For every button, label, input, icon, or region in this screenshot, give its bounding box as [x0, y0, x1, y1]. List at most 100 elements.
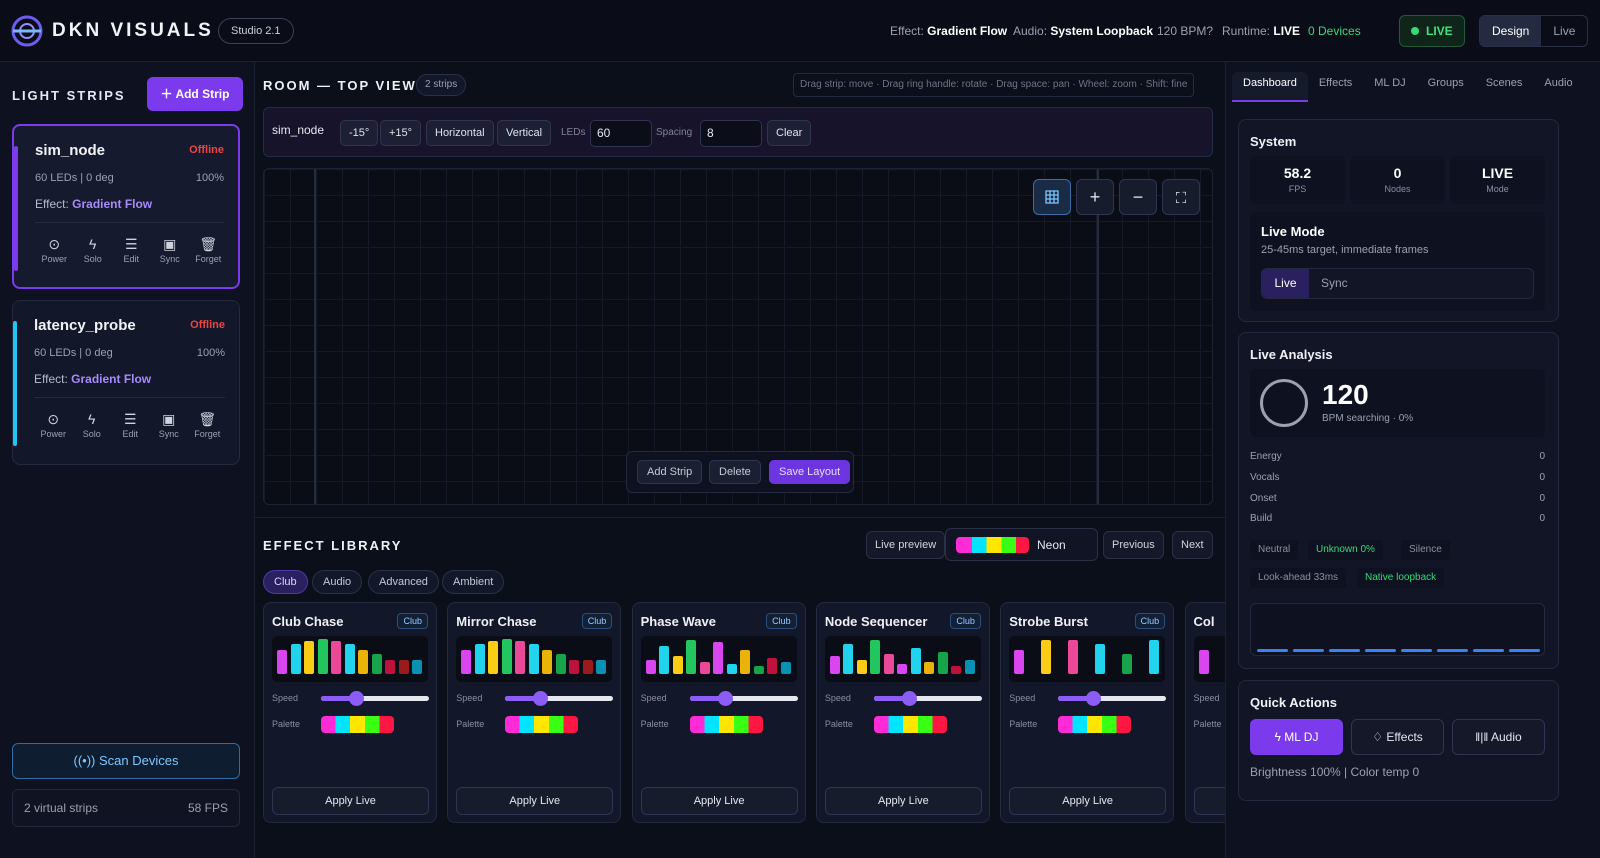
preview-bar [753, 666, 764, 674]
slider-thumb[interactable] [901, 691, 917, 706]
next-button[interactable]: Next [1172, 531, 1213, 559]
speed-slider[interactable] [505, 691, 614, 706]
metric-build: Build 0 [1250, 513, 1545, 524]
zoom-out-button[interactable]: − [1119, 179, 1157, 215]
live-preview-button[interactable]: Live preview [866, 531, 946, 559]
rotate-plus-button[interactable]: +15° [380, 120, 422, 146]
live-segment[interactable]: Live [1262, 269, 1309, 298]
mode-design-button[interactable]: Design [1480, 16, 1542, 46]
solo-button[interactable]: ϟ Solo [73, 411, 112, 439]
sync-segment[interactable]: Sync [1321, 269, 1348, 298]
audio-spectrum [1250, 603, 1545, 656]
preview-bar [1149, 640, 1160, 674]
canvas-delete-button[interactable]: Delete [709, 460, 761, 484]
sync-button[interactable]: ▣ Sync [150, 411, 189, 439]
palette-swatch[interactable] [505, 716, 579, 733]
previous-button[interactable]: Previous [1103, 531, 1164, 559]
bpm-value: 120 [1322, 379, 1369, 410]
palette-swatch[interactable] [689, 716, 763, 733]
slider-thumb[interactable] [1086, 691, 1102, 706]
palette-swatch[interactable] [321, 716, 394, 733]
fps-stat: 58.2 FPS [1250, 156, 1345, 204]
forget-button[interactable]: 🗑 Forget [189, 236, 228, 264]
sync-button[interactable]: ▣ Sync [151, 236, 190, 264]
filter-advanced[interactable]: Advanced [368, 570, 439, 594]
filter-audio[interactable]: Audio [312, 570, 363, 594]
strip-count-badge: 2 strips [416, 74, 467, 96]
grid-toggle-button[interactable] [1033, 179, 1071, 215]
strip-line-latency-probe[interactable] [1097, 169, 1099, 504]
strip-brightness: 100% [196, 347, 225, 359]
effects-button[interactable]: ♢ Effects [1351, 719, 1444, 755]
horizontal-button[interactable]: Horizontal [426, 120, 494, 146]
spacing-input[interactable]: 8 [700, 120, 762, 147]
edit-button[interactable]: ☰ Edit [111, 411, 150, 439]
tab-effects[interactable]: Effects [1308, 72, 1363, 102]
edit-button[interactable]: ☰ Edit [112, 236, 151, 264]
solo-button[interactable]: ϟ Solo [74, 236, 113, 264]
strip-line-sim-node[interactable] [314, 169, 316, 504]
power-icon: ⊙ [47, 411, 60, 427]
tab-audio[interactable]: Audio [1533, 72, 1583, 102]
add-strip-button[interactable]: ＋ Add Strip [147, 77, 243, 111]
preview-bar [542, 650, 553, 674]
live-indicator[interactable]: LIVE [1399, 15, 1465, 47]
trash-icon: 🗑 [198, 411, 217, 427]
leds-input[interactable]: 60 [590, 120, 652, 147]
clear-button[interactable]: Clear [767, 120, 812, 146]
save-layout-button[interactable]: Save Layout [769, 460, 851, 484]
apply-live-button[interactable]: Apply Live [456, 787, 614, 815]
ml-dj-button[interactable]: ϟ ML DJ [1250, 719, 1343, 755]
slider-thumb[interactable] [717, 691, 733, 706]
canvas-add-strip-button[interactable]: Add Strip [637, 460, 703, 484]
apply-live-button[interactable]: Apply Live [640, 787, 798, 815]
nodes-stat: 0 Nodes [1350, 156, 1445, 204]
palette-swatch[interactable] [1058, 716, 1132, 733]
power-button[interactable]: ⊙ Power [34, 411, 73, 439]
preview-bar [304, 641, 314, 674]
strip-info: 60 LEDs | 0 deg [35, 172, 114, 184]
preview-bar [277, 650, 287, 674]
filter-club[interactable]: Club [263, 570, 308, 594]
preview-bar [461, 650, 472, 674]
audio-button[interactable]: ‖|‖ Audio [1452, 719, 1545, 755]
preview-bar [924, 662, 935, 674]
speed-slider[interactable] [689, 691, 798, 706]
preview-bar [488, 641, 499, 674]
room-canvas[interactable]: + − ⛶ Add Strip Delete Save Layout [263, 168, 1213, 505]
tab-scenes[interactable]: Scenes [1475, 72, 1534, 102]
strip-card[interactable]: sim_node Offline 60 LEDs | 0 deg 100% Ef… [12, 124, 240, 289]
speed-slider[interactable] [1058, 691, 1167, 706]
zoom-in-button[interactable]: + [1076, 179, 1114, 215]
effect-card[interactable]: Strobe Burst Club Speed Palette Apply Live [1000, 602, 1175, 823]
rotate-minus-button[interactable]: -15° [340, 120, 379, 146]
apply-live-button[interactable]: Apply Live [272, 787, 429, 815]
preview-bar [767, 658, 778, 674]
strip-card[interactable]: latency_probe Offline 60 LEDs | 0 deg 10… [12, 300, 240, 465]
apply-live-button[interactable]: Apply Live [1009, 787, 1167, 815]
effect-card[interactable]: Phase Wave Club Speed Palette Apply Live [631, 602, 806, 823]
palette-swatch[interactable] [873, 716, 947, 733]
metric-onset: Onset 0 [1250, 493, 1545, 504]
mode-live-button[interactable]: Live [1541, 16, 1587, 46]
speed-slider[interactable] [321, 691, 429, 706]
vertical-button[interactable]: Vertical [497, 120, 552, 146]
tab-dashboard[interactable]: Dashboard [1232, 72, 1308, 102]
forget-button[interactable]: 🗑 Forget [188, 411, 227, 439]
effect-card[interactable]: Mirror Chase Club Speed Palette Apply Live [447, 602, 622, 823]
slider-thumb[interactable] [349, 691, 364, 706]
tab-groups[interactable]: Groups [1417, 72, 1475, 102]
speed-slider[interactable] [873, 691, 982, 706]
palette-selector[interactable]: Neon [945, 528, 1098, 561]
tab-ml-dj[interactable]: ML DJ [1363, 72, 1416, 102]
scan-devices-button[interactable]: ((•)) Scan Devices [12, 743, 240, 779]
slider-thumb[interactable] [533, 691, 549, 706]
fullscreen-button[interactable]: ⛶ [1162, 179, 1200, 215]
apply-live-button[interactable]: Apply Live [824, 787, 982, 815]
tag-native-loopback: Native loopback [1357, 568, 1445, 588]
effect-card[interactable]: Node Sequencer Club Speed Palette Apply Live [815, 602, 990, 823]
selected-strip-name: sim_node [272, 123, 325, 137]
power-button[interactable]: ⊙ Power [35, 236, 74, 264]
filter-ambient[interactable]: Ambient [442, 570, 505, 594]
effect-card[interactable]: Club Chase Club Speed Palette Apply Live [263, 602, 437, 823]
